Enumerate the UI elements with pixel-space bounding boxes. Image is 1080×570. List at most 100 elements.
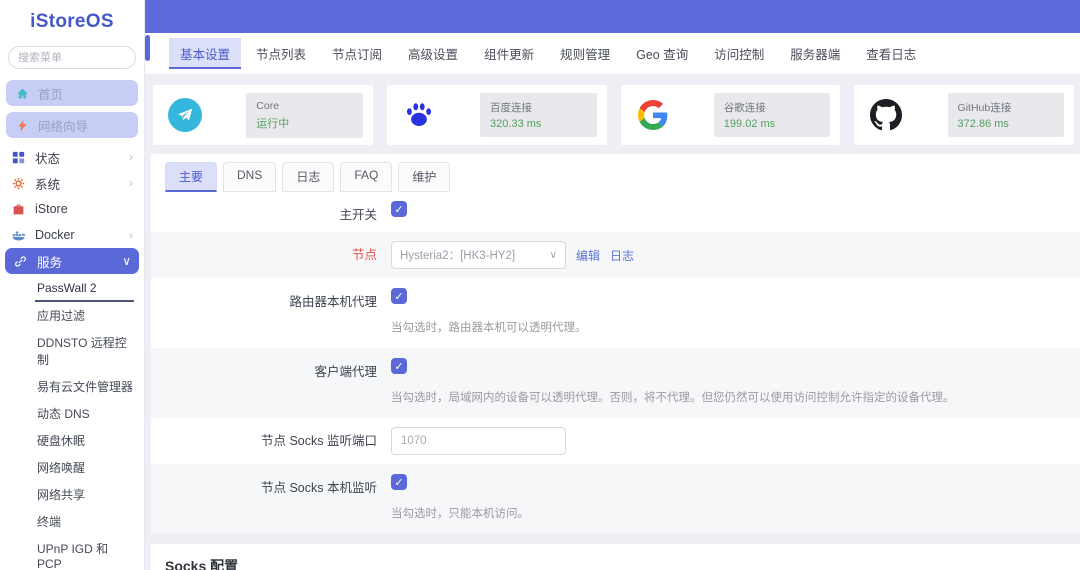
chevron-right-icon: ›	[129, 150, 133, 164]
main-area: 基本设置 节点列表 节点订阅 高级设置 组件更新 规则管理 Geo 查询 访问控…	[145, 0, 1080, 570]
field-description: 当勾选时，路由器本机可以透明代理。	[391, 322, 587, 334]
status-value: 372.86 ms	[957, 118, 1009, 130]
chevron-right-icon: ›	[129, 228, 133, 242]
scrollbar-thumb[interactable]	[145, 35, 150, 61]
passwall-tabbar: 基本设置 节点列表 节点订阅 高级设置 组件更新 规则管理 Geo 查询 访问控…	[145, 33, 1080, 75]
status-value: 199.02 ms	[723, 118, 776, 130]
home-icon	[15, 87, 30, 100]
app-logo: iStoreOS	[30, 11, 114, 32]
socks-config-heading: Socks 配置	[165, 558, 239, 570]
subtab-dns[interactable]: DNS	[223, 162, 277, 192]
status-title: 百度连接	[490, 102, 533, 114]
subtab-log[interactable]: 日志	[282, 162, 335, 192]
submenu-item-ddnsto[interactable]: DDNSTO 远程控制	[35, 329, 134, 373]
sidebar-item-home[interactable]: 首页	[6, 80, 138, 106]
socks-local-row: 节点 Socks 本机监听 ✓ 当勾选时，只能本机访问。	[151, 464, 1080, 534]
chevron-right-icon: ›	[129, 176, 133, 190]
socks-port-row: 节点 Socks 监听端口	[151, 418, 1080, 464]
status-value: 运行中	[256, 117, 290, 130]
telegram-icon	[167, 97, 203, 133]
subtab-maintenance[interactable]: 维护	[398, 162, 451, 192]
sidebar-item-system[interactable]: 系统 ›	[0, 170, 144, 196]
baidu-latency-card: 百度连接 320.33 ms	[386, 85, 607, 145]
sidebar-item-services[interactable]: 服务 ∨	[5, 248, 139, 274]
sidebar-item-label: Docker	[35, 228, 75, 242]
field-label: 节点 Socks 监听端口	[261, 434, 377, 448]
gear-icon	[11, 177, 26, 190]
chevron-down-icon: ∨	[549, 249, 557, 261]
subtab-main[interactable]: 主要	[165, 162, 218, 192]
status-box: 百度连接 320.33 ms	[480, 93, 597, 137]
github-latency-card: GitHub连接 372.86 ms	[854, 85, 1074, 145]
node-select[interactable]: Hysteria2：[HK3-HY2] ∨	[391, 241, 566, 269]
sidebar-item-label: 网络向导	[38, 119, 89, 134]
field-label: 节点	[351, 248, 377, 262]
status-title: GitHub连接	[957, 102, 1012, 114]
main-switch-row: 主开关 ✓	[151, 192, 1080, 232]
field-label: 主开关	[339, 208, 377, 222]
app-window: iStoreOS 首页 网络向导 状态 › 系统	[0, 0, 1080, 570]
sidebar-item-label: 首页	[38, 87, 64, 102]
sidebar-item-docker[interactable]: Docker ›	[0, 222, 144, 248]
status-title: 谷歌连接	[723, 102, 766, 114]
status-title: Core	[256, 99, 280, 112]
status-grid-icon	[11, 151, 26, 164]
top-header-bar	[145, 0, 1080, 33]
sidebar-item-network-wizard[interactable]: 网络向导	[6, 112, 138, 138]
sidebar-item-istore[interactable]: iStore	[0, 196, 144, 222]
main-switch-checkbox[interactable]: ✓	[391, 201, 407, 217]
submenu-item-network-share[interactable]: 网络共享	[35, 481, 134, 508]
status-cards: Core 运行中 百度连接 320.33 ms 谷歌连接 199.02 ms G…	[153, 85, 1074, 145]
client-proxy-checkbox[interactable]: ✓	[391, 358, 407, 374]
submenu-item-disk-sleep[interactable]: 硬盘休眠	[35, 427, 134, 454]
submenu-item-upnp[interactable]: UPnP IGD 和 PCP	[35, 535, 134, 570]
field-description: 当勾选时，局域网内的设备可以透明代理。否则，将不代理。但您仍然可以使用访问控制允…	[391, 392, 955, 404]
submenu-item-linkease[interactable]: 易有云文件管理器	[35, 373, 134, 400]
tab-basic-settings[interactable]: 基本设置	[169, 38, 242, 69]
status-value: 320.33 ms	[490, 118, 542, 130]
socks-local-checkbox[interactable]: ✓	[391, 474, 407, 490]
google-latency-card: 谷歌连接 199.02 ms	[620, 85, 841, 145]
tab-advanced-settings[interactable]: 高级设置	[397, 38, 469, 69]
tab-node-list[interactable]: 节点列表	[245, 38, 317, 69]
tab-node-subscribe[interactable]: 节点订阅	[321, 38, 393, 69]
google-icon	[635, 97, 671, 133]
sidebar-item-label: iStore	[35, 202, 68, 216]
bolt-icon	[15, 119, 30, 132]
socks-config-panel: Socks 配置 Socks 主开关 状态 启用 Socks 节点 当前节点 S…	[151, 544, 1080, 570]
status-box: Core 运行中	[246, 92, 363, 138]
submenu-item-ddns[interactable]: 动态 DNS	[35, 400, 134, 427]
link-icon	[13, 255, 28, 268]
node-log-link[interactable]: 日志	[610, 247, 634, 264]
search-input[interactable]	[8, 46, 136, 69]
submenu-item-app-filter[interactable]: 应用过滤	[35, 302, 134, 329]
tab-component-update[interactable]: 组件更新	[473, 38, 545, 69]
chevron-down-icon: ∨	[122, 254, 131, 268]
edit-node-link[interactable]: 编辑	[576, 247, 600, 264]
sidebar-item-label: 服务	[37, 255, 63, 270]
basic-settings-panel: 主要 DNS 日志 FAQ 维护 主开关 ✓ 节点 Hysteria2：[HK3…	[151, 154, 1080, 534]
content: Core 运行中 百度连接 320.33 ms 谷歌连接 199.02 ms G…	[145, 75, 1080, 570]
socks-port-input[interactable]	[391, 427, 566, 455]
tab-access-control[interactable]: 访问控制	[703, 38, 775, 69]
node-select-value: Hysteria2：[HK3-HY2]	[400, 250, 516, 262]
baidu-icon	[401, 97, 437, 133]
client-proxy-row: 客户端代理 ✓ 当勾选时，局域网内的设备可以透明代理。否则，将不代理。但您仍然可…	[151, 348, 1080, 418]
router-proxy-checkbox[interactable]: ✓	[391, 288, 407, 304]
submenu-item-wol[interactable]: 网络唤醒	[35, 454, 134, 481]
tab-server-side[interactable]: 服务器端	[779, 38, 851, 69]
submenu-item-passwall2[interactable]: PassWall 2	[35, 276, 134, 302]
submenu-item-terminal[interactable]: 终端	[35, 508, 134, 535]
status-box: 谷歌连接 199.02 ms	[713, 93, 831, 137]
istore-briefcase-icon	[11, 203, 26, 216]
router-proxy-row: 路由器本机代理 ✓ 当勾选时，路由器本机可以透明代理。	[151, 278, 1080, 348]
sidebar-item-status[interactable]: 状态 ›	[0, 144, 144, 170]
subtab-faq[interactable]: FAQ	[340, 162, 393, 192]
tab-view-log[interactable]: 查看日志	[855, 38, 927, 69]
sidebar-item-label: 状态	[35, 151, 61, 166]
field-label: 路由器本机代理	[289, 295, 377, 309]
github-icon	[868, 97, 904, 133]
tab-rule-manage[interactable]: 规则管理	[549, 38, 621, 69]
sidebar-item-label: 系统	[35, 177, 61, 192]
tab-geo-query[interactable]: Geo 查询	[625, 38, 699, 69]
